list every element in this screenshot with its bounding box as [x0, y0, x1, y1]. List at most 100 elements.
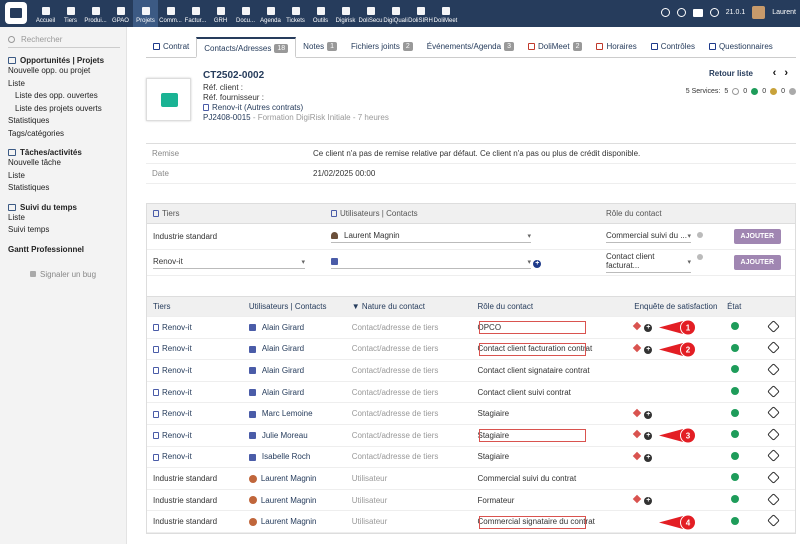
nav-time-list[interactable]: Liste: [8, 212, 126, 225]
menu-tiers[interactable]: Tiers: [58, 0, 83, 27]
nav-new-task[interactable]: Nouvelle tâche: [8, 157, 126, 170]
edit-icon[interactable]: [632, 430, 642, 439]
nav-task-stats[interactable]: Statistiques: [8, 182, 126, 195]
nav-open-projects[interactable]: Liste des projets ouverts: [8, 103, 126, 116]
nav-task-list[interactable]: Liste: [8, 170, 126, 183]
menu-outils[interactable]: Outils: [308, 0, 333, 27]
unlink-icon[interactable]: [767, 471, 780, 484]
unlink-icon[interactable]: [767, 319, 780, 333]
add-contact-icon[interactable]: +: [533, 259, 542, 268]
add-icon[interactable]: +: [644, 410, 653, 419]
unlink-icon[interactable]: [767, 514, 780, 528]
contact-select[interactable]: [331, 257, 531, 269]
unlink-icon[interactable]: [767, 427, 780, 441]
section-opportunites[interactable]: Opportunités | Projets: [8, 56, 126, 65]
search-box[interactable]: Rechercher: [8, 35, 120, 48]
add-contact-button[interactable]: AJOUTER: [733, 255, 781, 270]
menu-projets[interactable]: Projets: [133, 0, 158, 27]
add-icon[interactable]: +: [644, 345, 653, 354]
section-taches[interactable]: Tâches/activités: [8, 148, 126, 157]
settings-icon[interactable]: [660, 8, 670, 17]
menu-digiquali[interactable]: DigiQuali: [383, 0, 408, 27]
section-gantt[interactable]: Gantt Professionnel: [8, 245, 126, 254]
print-icon[interactable]: [692, 8, 703, 17]
nav-new-project[interactable]: Nouvelle opp. ou projet: [8, 65, 126, 78]
next-icon[interactable]: ›: [784, 67, 796, 79]
menu-commerce[interactable]: Comm...: [158, 0, 183, 27]
menu-grh[interactable]: GRH: [208, 0, 233, 27]
nav-project-stats[interactable]: Statistiques: [8, 115, 126, 128]
tab-fichiers[interactable]: Fichiers joints 2: [344, 37, 420, 58]
other-contracts-link[interactable]: (Autres contrats): [244, 103, 303, 112]
prev-icon[interactable]: ‹: [773, 67, 785, 79]
globe-icon[interactable]: [676, 8, 686, 17]
tab-evenements[interactable]: Événements/Agenda 3: [420, 37, 521, 58]
unlink-icon[interactable]: [767, 363, 780, 376]
user-name[interactable]: Laurent: [772, 9, 796, 16]
edit-icon[interactable]: [632, 408, 642, 417]
ref-client[interactable]: Réf. client :: [203, 83, 389, 93]
unlink-icon[interactable]: [767, 449, 780, 463]
edit-icon[interactable]: [632, 322, 642, 331]
status-active-icon[interactable]: [731, 343, 740, 352]
add-icon[interactable]: +: [644, 497, 653, 506]
status-active-icon[interactable]: [731, 387, 740, 396]
unlink-icon[interactable]: [767, 341, 780, 355]
tab-notes[interactable]: Notes 1: [296, 37, 344, 58]
menu-tickets[interactable]: Tickets: [283, 0, 308, 27]
ref-fournisseur[interactable]: Réf. fournisseur :: [203, 93, 389, 103]
tiers-select[interactable]: Renov-it: [153, 257, 305, 269]
nav-open-opps[interactable]: Liste des opp. ouvertes: [8, 90, 126, 103]
status-active-icon[interactable]: [731, 516, 740, 525]
menu-documents[interactable]: Docu...: [233, 0, 258, 27]
help-icon[interactable]: [697, 253, 703, 260]
add-icon[interactable]: +: [644, 324, 653, 333]
tab-dolimeet[interactable]: DoliMeet 2: [521, 37, 589, 58]
menu-produits[interactable]: Produi...: [83, 0, 108, 27]
tab-controles[interactable]: Contrôles: [644, 37, 702, 58]
menu-dolimeet[interactable]: DoliMeet: [433, 0, 458, 27]
add-icon[interactable]: +: [644, 453, 653, 462]
unlink-icon[interactable]: [767, 406, 780, 420]
app-logo[interactable]: [5, 2, 27, 24]
tab-contrat[interactable]: Contrat: [146, 37, 196, 58]
user-select[interactable]: Laurent Magnin: [331, 231, 531, 243]
menu-agenda[interactable]: Agenda: [258, 0, 283, 27]
menu-dolisirh[interactable]: DoliSIRH: [408, 0, 433, 27]
contact-role-select[interactable]: Contact client facturat...: [606, 252, 691, 273]
nav-time-tracking[interactable]: Suivi temps: [8, 224, 126, 237]
help-icon[interactable]: [697, 232, 703, 239]
user-role-select[interactable]: Commercial suivi du ...: [606, 231, 691, 243]
add-user-button[interactable]: AJOUTER: [733, 229, 781, 244]
report-bug-link[interactable]: Signaler un bug: [8, 270, 126, 279]
status-active-icon[interactable]: [731, 365, 740, 374]
status-active-icon[interactable]: [731, 451, 740, 460]
section-suivi-temps[interactable]: Suivi du temps: [8, 203, 126, 212]
edit-icon[interactable]: [632, 494, 642, 504]
status-active-icon[interactable]: [731, 495, 740, 504]
project-link[interactable]: PJ2408-0015: [203, 113, 251, 122]
menu-accueil[interactable]: Accueil: [33, 0, 58, 27]
status-active-icon[interactable]: [731, 473, 740, 482]
status-active-icon[interactable]: [731, 430, 740, 439]
unlink-icon[interactable]: [767, 384, 780, 398]
tab-contacts[interactable]: Contacts/Adresses 18: [196, 37, 297, 58]
add-icon[interactable]: +: [644, 432, 653, 441]
menu-facturation[interactable]: Factur...: [183, 0, 208, 27]
nav-project-list[interactable]: Liste: [8, 78, 126, 91]
user-avatar[interactable]: [752, 6, 766, 19]
help-icon[interactable]: [709, 8, 719, 17]
tab-questionnaires[interactable]: Questionnaires: [702, 37, 780, 58]
edit-icon[interactable]: [632, 343, 642, 353]
menu-digirisk[interactable]: Digirisk: [333, 0, 358, 27]
status-active-icon[interactable]: [731, 408, 740, 417]
menu-dolisecu[interactable]: DoliSecu: [358, 0, 383, 27]
tiers-link[interactable]: Renov-it: [212, 103, 242, 112]
status-active-icon[interactable]: [731, 322, 740, 331]
unlink-icon[interactable]: [767, 492, 780, 506]
nav-tags[interactable]: Tags/catégories: [8, 128, 126, 141]
tab-horaires[interactable]: Horaires: [589, 37, 643, 58]
menu-gpao[interactable]: GPAO: [108, 0, 133, 27]
back-to-list-link[interactable]: Retour liste: [709, 69, 753, 78]
edit-icon[interactable]: [632, 451, 642, 461]
